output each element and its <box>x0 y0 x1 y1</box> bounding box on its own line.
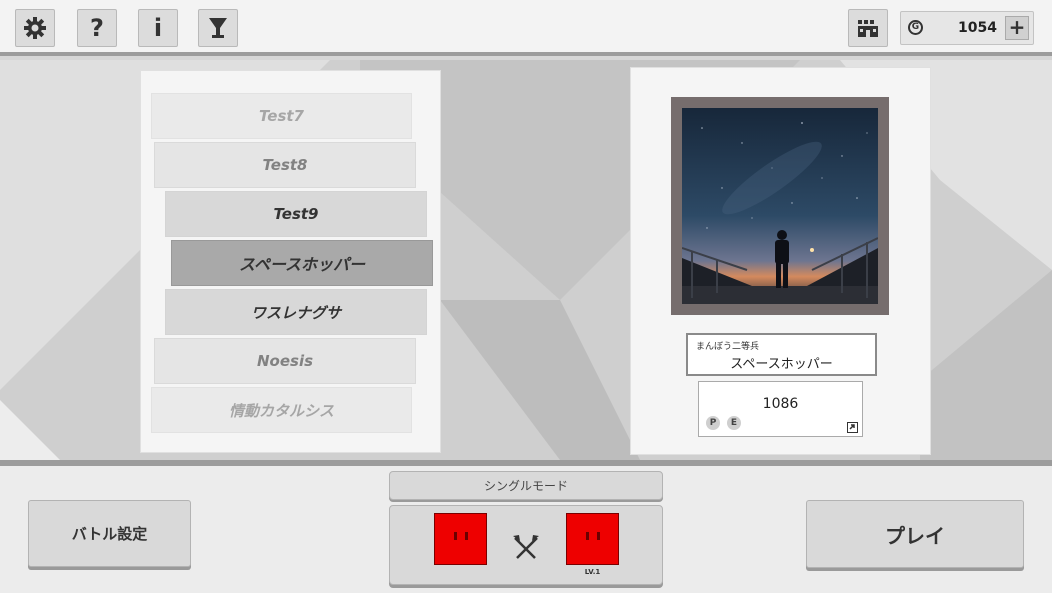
versus-axes-icon <box>513 535 539 559</box>
song-name: スペースホッパー <box>730 357 833 372</box>
mode-select-button[interactable]: シングルモード <box>389 471 663 500</box>
trophy-icon <box>209 18 227 38</box>
song-item[interactable]: Test9 <box>165 191 427 237</box>
song-item[interactable]: Test8 <box>154 142 416 188</box>
song-list-panel: Test7 Test8 Test9 スペースホッパー ワスレナグサ Noesis… <box>141 71 440 452</box>
song-item[interactable]: Noesis <box>154 338 416 384</box>
settings-button[interactable] <box>15 9 55 47</box>
song-title: 情動カタルシス <box>228 401 334 420</box>
play-button[interactable]: プレイ <box>806 500 1024 568</box>
song-title: Test9 <box>273 205 319 223</box>
coin-icon: G <box>908 20 923 35</box>
song-title-label: まんぼう二等兵 スペースホッパー <box>686 333 877 376</box>
song-title: Test7 <box>258 107 304 125</box>
song-title: スペースホッパー <box>238 255 366 274</box>
info-button[interactable]: i <box>138 9 178 47</box>
best-score: 1086 <box>762 396 799 412</box>
play-label: プレイ <box>885 523 945 548</box>
external-link-icon[interactable] <box>847 422 858 433</box>
player1-avatar <box>434 513 487 565</box>
song-item[interactable]: ワスレナグサ <box>165 289 427 335</box>
help-button[interactable]: ? <box>77 9 117 47</box>
jacket-image <box>682 108 878 304</box>
song-title: Noesis <box>256 352 314 370</box>
jacket-frame <box>671 97 889 315</box>
info-icon: i <box>153 14 163 42</box>
mode-label: シングルモード <box>483 479 568 493</box>
song-item[interactable]: 情動カタルシス <box>151 387 412 433</box>
excellent-badge: E <box>727 416 741 430</box>
shop-icon <box>858 20 878 37</box>
song-title: Test8 <box>262 156 308 174</box>
top-bar: ? i G 1054 + <box>0 0 1052 56</box>
player2-level: LV.1 <box>584 568 601 576</box>
matchup-panel[interactable]: LV.1 <box>389 505 663 585</box>
score-box: 1086 P E <box>698 381 863 437</box>
coin-display: G 1054 + <box>900 11 1034 45</box>
coin-amount: 1054 <box>958 20 997 36</box>
song-title: ワスレナグサ <box>250 303 341 322</box>
ranking-button[interactable] <box>198 9 238 47</box>
gear-icon <box>24 17 46 39</box>
player2-avatar <box>566 513 619 565</box>
song-item-selected[interactable]: スペースホッパー <box>171 240 433 286</box>
shop-button[interactable] <box>848 9 888 47</box>
help-icon: ? <box>90 14 104 42</box>
perfect-badge: P <box>706 416 720 430</box>
battle-settings-label: バトル設定 <box>71 525 148 543</box>
battle-settings-button[interactable]: バトル設定 <box>28 500 191 567</box>
song-item[interactable]: Test7 <box>151 93 412 139</box>
add-coins-button[interactable]: + <box>1005 16 1029 40</box>
artist-name: まんぼう二等兵 <box>696 342 760 352</box>
